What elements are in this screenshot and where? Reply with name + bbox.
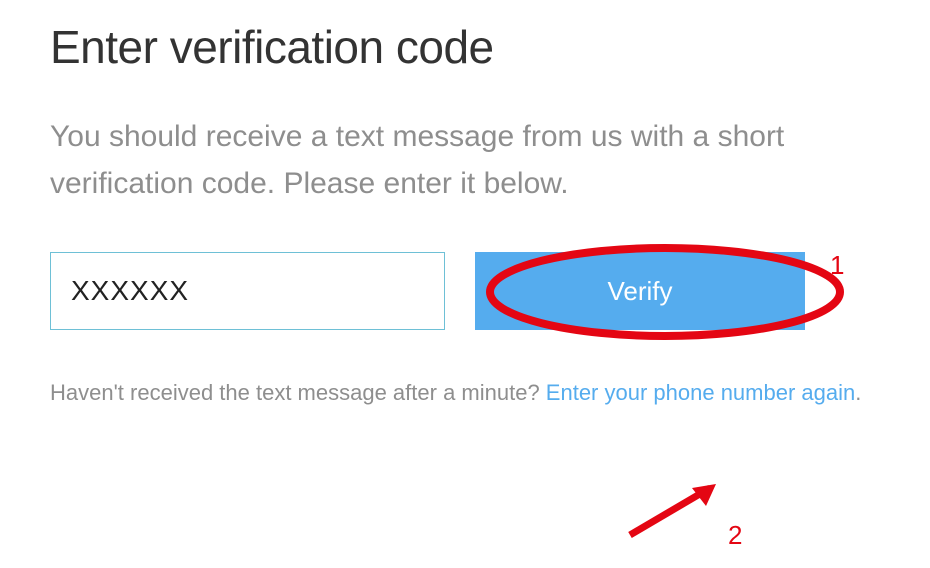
description-text: You should receive a text message from u… (50, 114, 880, 207)
annotation-arrow-2 (620, 480, 730, 540)
footer-text: Haven't received the text message after … (50, 375, 880, 410)
verification-code-input[interactable] (50, 252, 445, 330)
page-title: Enter verification code (50, 20, 880, 74)
annotation-number-2: 2 (728, 520, 742, 551)
verify-button[interactable]: Verify (475, 252, 805, 330)
input-row: Verify (50, 252, 880, 330)
footer-prefix: Haven't received the text message after … (50, 380, 546, 405)
resend-link[interactable]: Enter your phone number again (546, 380, 855, 405)
footer-suffix: . (855, 380, 861, 405)
